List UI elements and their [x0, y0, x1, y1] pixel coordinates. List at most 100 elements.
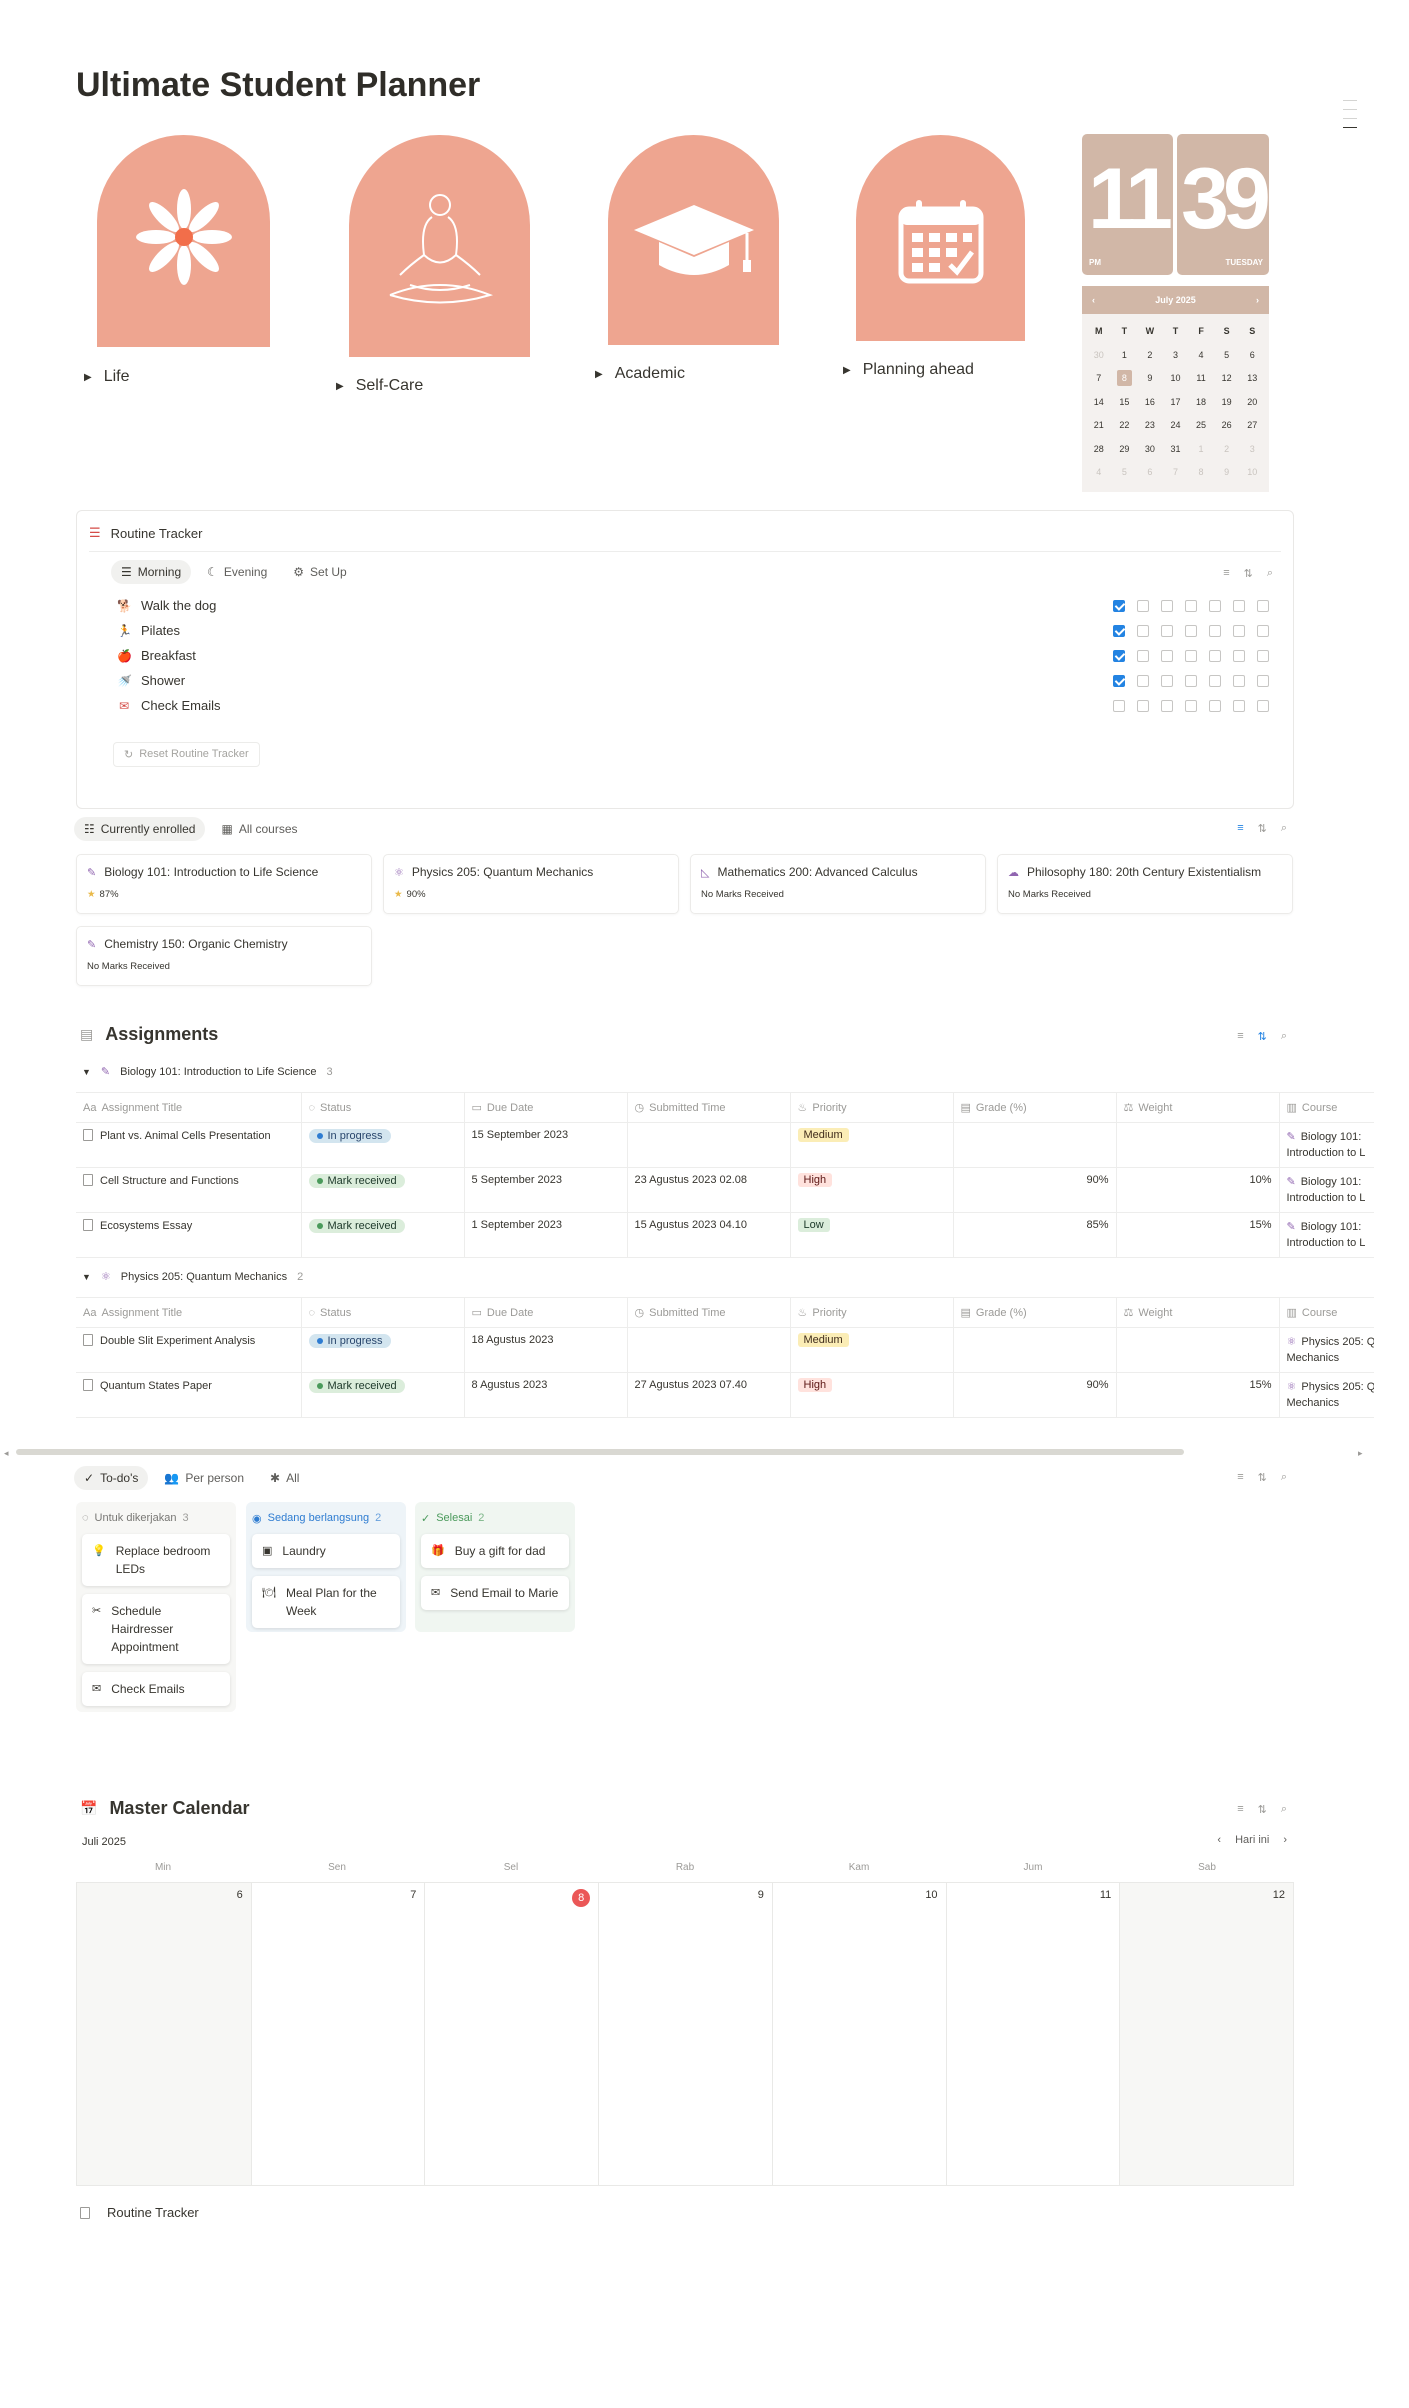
column-header[interactable]: Aa Assignment Title [76, 1092, 301, 1123]
day-cell[interactable]: 25 [1188, 414, 1214, 438]
calendar-day[interactable]: 8 [424, 1883, 598, 2185]
group-header[interactable]: ▼ ✎ Biology 101: Introduction to Life Scie… [82, 1065, 333, 1079]
day-cell[interactable]: 16 [1137, 391, 1163, 415]
task-card[interactable]: ✉ Send Email to Marie [421, 1576, 569, 1610]
scroll-right-icon[interactable]: ▸ [1358, 1448, 1363, 1459]
routine-item[interactable]: 🚿 Shower [117, 668, 220, 693]
assignment-title[interactable]: Cell Structure and Functions [100, 1175, 239, 1187]
day-cell[interactable]: 24 [1163, 414, 1189, 438]
grade[interactable]: 90% [952, 1167, 1116, 1213]
day-checkbox[interactable] [1137, 649, 1149, 662]
day-cell[interactable]: 5 [1214, 344, 1240, 368]
column-header[interactable]: ▭ Due Date [463, 1297, 627, 1328]
prev-month-button[interactable]: ‹ [1092, 295, 1095, 305]
day-cell[interactable]: 18 [1188, 391, 1214, 415]
search-icon[interactable]: ⌕ [1281, 822, 1287, 835]
day-cell[interactable]: 11 [1188, 367, 1214, 391]
day-cell[interactable]: 29 [1112, 438, 1138, 462]
assignment-title[interactable]: Quantum States Paper [100, 1380, 212, 1392]
day-cell[interactable]: 6 [1137, 461, 1163, 485]
table-row[interactable]: Plant vs. Animal Cells Presentation In pr… [76, 1122, 1374, 1168]
life-image[interactable] [97, 135, 270, 347]
column-header[interactable]: ♨ Priority [789, 1297, 953, 1328]
day-cell[interactable]: 28 [1086, 438, 1112, 462]
day-cell[interactable]: 8 [1112, 367, 1138, 391]
column-header[interactable]: ◷ Submitted Time [626, 1297, 790, 1328]
day-checkbox[interactable] [1233, 624, 1245, 637]
course-card[interactable]: ◺ Mathematics 200: Advanced Calculus No Ma… [690, 854, 986, 914]
day-cell[interactable]: 13 [1239, 367, 1265, 391]
table-row[interactable]: Cell Structure and Functions Mark receive… [76, 1167, 1374, 1213]
weight[interactable]: 15% [1115, 1212, 1279, 1258]
day-cell[interactable]: 12 [1214, 367, 1240, 391]
calendar-day[interactable]: 6 [77, 1883, 251, 2185]
due-date[interactable]: 8 Agustus 2023 [463, 1372, 627, 1418]
tab-all[interactable]: ✱ All [260, 1466, 309, 1490]
tab-set-up[interactable]: ⚙ Set Up [283, 560, 356, 584]
day-cell[interactable]: 14 [1086, 391, 1112, 415]
priority-tag[interactable]: Medium [797, 1128, 849, 1142]
table-row[interactable]: Double Slit Experiment Analysis In progre… [76, 1327, 1374, 1373]
course-relation[interactable]: ✎ Biology 101: Introduction to L [1278, 1167, 1374, 1213]
sort-icon[interactable]: ⇅ [1244, 567, 1253, 580]
calendar-day[interactable]: 12 [1119, 1883, 1293, 2185]
day-cell[interactable]: 21 [1086, 414, 1112, 438]
column-header[interactable]: ▤ Grade (%) [952, 1092, 1116, 1123]
toggle-planning[interactable]: ▶ Planning ahead [843, 361, 974, 379]
course-card[interactable]: ☁ Philosophy 180: 20th Century Existentia… [997, 854, 1293, 914]
column-header[interactable]: ⚖ Weight [1115, 1092, 1279, 1123]
task-card[interactable]: 🍽 Meal Plan for the Week [252, 1576, 400, 1628]
day-checkbox[interactable] [1161, 674, 1173, 687]
day-cell[interactable]: 10 [1239, 461, 1265, 485]
assignment-title[interactable]: Double Slit Experiment Analysis [100, 1335, 255, 1347]
tab-per-person[interactable]: 👥 Per person [154, 1466, 254, 1490]
day-checkbox[interactable] [1233, 699, 1245, 712]
column-header[interactable]: ▥ Course [1278, 1297, 1374, 1328]
day-checkbox[interactable] [1257, 599, 1269, 612]
day-cell[interactable]: 20 [1239, 391, 1265, 415]
day-cell[interactable]: 8 [1188, 461, 1214, 485]
column-header[interactable]: ⚖ Weight [1115, 1297, 1279, 1328]
tab-todos[interactable]: ✓ To-do's [74, 1466, 149, 1490]
prev-week-button[interactable]: ‹ [1217, 1834, 1221, 1846]
priority-tag[interactable]: High [797, 1173, 833, 1187]
day-checkbox[interactable] [1161, 599, 1173, 612]
tab-evening[interactable]: ☾ Evening [197, 560, 277, 584]
filter-icon[interactable]: ≡ [1237, 1030, 1243, 1043]
status-badge[interactable]: Mark received [308, 1174, 405, 1188]
day-checkbox[interactable] [1185, 674, 1197, 687]
day-cell[interactable]: 10 [1163, 367, 1189, 391]
table-row[interactable]: Ecosystems Essay Mark received 1 September… [76, 1212, 1374, 1258]
column-header[interactable]: ▤ Grade (%) [952, 1297, 1116, 1328]
tab-all-courses[interactable]: ▦ All courses [211, 817, 307, 841]
day-checkbox[interactable] [1137, 699, 1149, 712]
sort-icon[interactable]: ⇅ [1258, 1471, 1267, 1484]
course-card[interactable]: ✎ Biology 101: Introduction to Life Scien… [76, 854, 372, 914]
weight[interactable]: 15% [1115, 1372, 1279, 1418]
day-cell[interactable]: 26 [1214, 414, 1240, 438]
priority-tag[interactable]: High [797, 1378, 833, 1392]
day-checkbox[interactable] [1113, 649, 1125, 662]
page-outline[interactable] [1343, 100, 1357, 136]
day-checkbox[interactable] [1233, 649, 1245, 662]
task-card[interactable]: 🎁 Buy a gift for dad [421, 1534, 569, 1568]
filter-icon[interactable]: ≡ [1223, 567, 1229, 580]
next-month-button[interactable]: › [1256, 295, 1259, 305]
weight[interactable]: 10% [1115, 1167, 1279, 1213]
column-header[interactable]: ▭ Due Date [463, 1092, 627, 1123]
planning-image[interactable] [856, 135, 1025, 341]
day-checkbox[interactable] [1257, 649, 1269, 662]
column-header[interactable]: ◌ Status [300, 1297, 464, 1328]
next-week-button[interactable]: › [1283, 1834, 1287, 1846]
tab-morning[interactable]: ☰ Morning [111, 560, 192, 584]
filter-icon[interactable]: ≡ [1237, 822, 1243, 835]
reset-routine-button[interactable]: ↻ Reset Routine Tracker [113, 742, 260, 767]
today-button[interactable]: Hari ini [1235, 1834, 1269, 1846]
day-checkbox[interactable] [1209, 649, 1221, 662]
day-cell[interactable]: 7 [1163, 461, 1189, 485]
search-icon[interactable]: ⌕ [1281, 1471, 1287, 1484]
status-badge[interactable]: In progress [308, 1129, 391, 1143]
column-header[interactable]: ◷ Submitted Time [626, 1092, 790, 1123]
day-cell[interactable]: 27 [1239, 414, 1265, 438]
grade[interactable]: 90% [952, 1372, 1116, 1418]
